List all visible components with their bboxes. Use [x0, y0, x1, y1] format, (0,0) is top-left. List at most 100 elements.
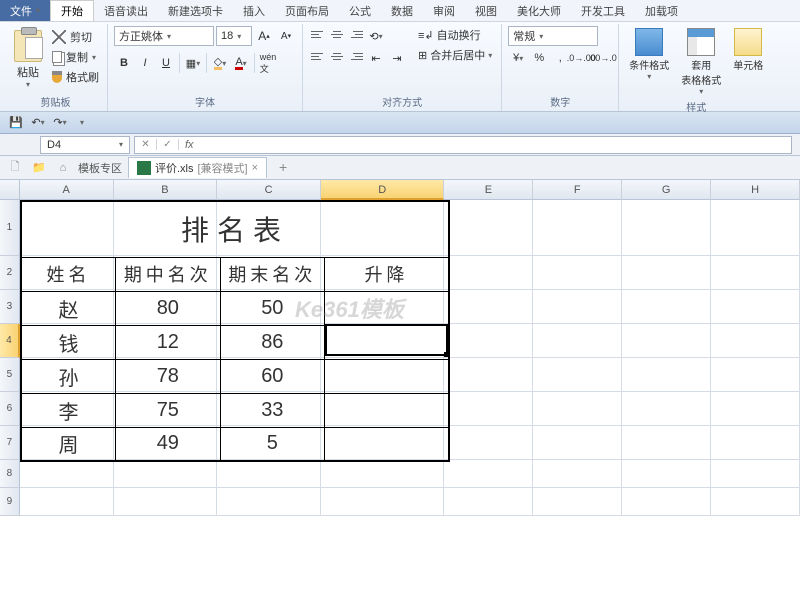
row-header[interactable]: 9 [0, 488, 20, 516]
cell[interactable] [622, 460, 711, 488]
increase-indent-button[interactable]: ⇥ [387, 48, 407, 68]
qat-customize-button[interactable]: ▾ [72, 114, 92, 132]
cut-button[interactable]: 剪切 [50, 28, 101, 46]
format-as-table-button[interactable]: 套用 表格格式▾ [677, 26, 725, 98]
redo-button[interactable]: ↷▾ [50, 114, 70, 132]
name-box[interactable]: D4▾ [40, 136, 130, 154]
menu-tab-3[interactable]: 插入 [233, 0, 275, 21]
cell[interactable] [444, 256, 533, 290]
cell[interactable] [711, 256, 800, 290]
column-header[interactable]: F [533, 180, 622, 200]
cell[interactable] [622, 200, 711, 256]
menu-tab-8[interactable]: 视图 [465, 0, 507, 21]
cell[interactable] [444, 358, 533, 392]
menu-tab-11[interactable]: 加载项 [635, 0, 688, 21]
menu-tab-9[interactable]: 美化大师 [507, 0, 571, 21]
cell[interactable] [711, 426, 800, 460]
cell[interactable] [622, 324, 711, 358]
row-header[interactable]: 3 [0, 290, 20, 324]
template-link[interactable]: 模板专区 [78, 160, 122, 176]
cell[interactable] [217, 460, 321, 488]
cell[interactable] [622, 392, 711, 426]
align-top-button[interactable] [309, 26, 327, 42]
cell[interactable] [711, 324, 800, 358]
cell[interactable] [533, 460, 622, 488]
enter-button[interactable]: ✓ [157, 139, 179, 150]
decrease-indent-button[interactable]: ⇤ [366, 48, 386, 68]
cell[interactable] [533, 290, 622, 324]
column-header[interactable]: A [20, 180, 114, 200]
home-icon[interactable]: ⌂ [54, 159, 72, 177]
cell[interactable] [622, 426, 711, 460]
cell[interactable] [533, 256, 622, 290]
underline-button[interactable]: U [156, 53, 176, 73]
row-header[interactable]: 4 [0, 324, 20, 358]
cell[interactable] [622, 256, 711, 290]
select-all-corner[interactable] [0, 180, 20, 200]
copy-button[interactable]: 复制▾ [50, 48, 101, 66]
spreadsheet-grid[interactable]: ABCDEFGH123456789排名表姓名期中名次期末名次升降赵8050钱12… [0, 180, 800, 516]
cell[interactable] [444, 460, 533, 488]
cell[interactable] [217, 488, 321, 516]
row-header[interactable]: 8 [0, 460, 20, 488]
cell[interactable] [444, 392, 533, 426]
cell[interactable] [321, 488, 444, 516]
cell[interactable] [444, 324, 533, 358]
align-bottom-button[interactable] [347, 26, 365, 42]
row-header[interactable]: 7 [0, 426, 20, 460]
cell[interactable] [444, 290, 533, 324]
menu-tab-4[interactable]: 页面布局 [275, 0, 339, 21]
cell[interactable] [622, 488, 711, 516]
cell[interactable] [711, 290, 800, 324]
menu-tab-0[interactable]: 开始 [50, 0, 94, 21]
menu-tab-5[interactable]: 公式 [339, 0, 381, 21]
increase-font-button[interactable]: A▴ [254, 26, 274, 46]
bold-button[interactable]: B [114, 53, 134, 73]
italic-button[interactable]: I [135, 53, 155, 73]
column-header[interactable]: B [114, 180, 218, 200]
cell[interactable] [711, 200, 800, 256]
formula-input[interactable] [200, 139, 791, 151]
percent-button[interactable]: % [529, 48, 549, 68]
cell[interactable] [533, 324, 622, 358]
number-format-combo[interactable]: 常规▾ [508, 26, 598, 46]
border-button[interactable]: ▦▾ [183, 53, 203, 73]
format-painter-button[interactable]: 格式刷 [50, 68, 101, 86]
cell[interactable] [20, 488, 114, 516]
cell[interactable] [20, 460, 114, 488]
menu-tab-2[interactable]: 新建选项卡 [158, 0, 233, 21]
cell[interactable] [622, 290, 711, 324]
align-right-button[interactable] [347, 48, 365, 64]
align-middle-button[interactable] [328, 26, 346, 42]
row-header[interactable]: 6 [0, 392, 20, 426]
column-header[interactable]: D [321, 180, 444, 200]
cell[interactable] [622, 358, 711, 392]
font-size-combo[interactable]: 18▾ [216, 26, 252, 46]
cell-styles-button[interactable]: 单元格 [729, 26, 767, 98]
menu-tab-6[interactable]: 数据 [381, 0, 423, 21]
column-header[interactable]: G [622, 180, 711, 200]
row-header[interactable]: 1 [0, 200, 20, 256]
cell[interactable] [711, 392, 800, 426]
align-left-button[interactable] [309, 48, 327, 64]
font-color-button[interactable]: A▾ [231, 53, 251, 73]
cell[interactable] [533, 392, 622, 426]
row-header[interactable]: 5 [0, 358, 20, 392]
phonetic-button[interactable]: wén文 [258, 53, 278, 73]
cell[interactable] [114, 460, 218, 488]
cell[interactable] [711, 358, 800, 392]
wrap-text-button[interactable]: ≡↲自动换行 [415, 26, 495, 44]
save-button[interactable]: 💾 [6, 114, 26, 132]
currency-button[interactable]: ¥▾ [508, 48, 528, 68]
column-header[interactable]: C [217, 180, 321, 200]
cell[interactable] [321, 460, 444, 488]
cancel-button[interactable]: ✕ [135, 139, 157, 150]
decrease-decimal-button[interactable]: .00→.0 [592, 48, 612, 68]
document-tab[interactable]: 评价.xls [兼容模式] × [128, 157, 267, 178]
file-menu[interactable]: 文件▾ [0, 0, 50, 21]
cell[interactable] [114, 488, 218, 516]
cell[interactable] [444, 426, 533, 460]
paste-button[interactable]: 粘贴 ▾ [10, 26, 46, 93]
column-header[interactable]: H [711, 180, 800, 200]
decrease-font-button[interactable]: A▾ [276, 26, 296, 46]
